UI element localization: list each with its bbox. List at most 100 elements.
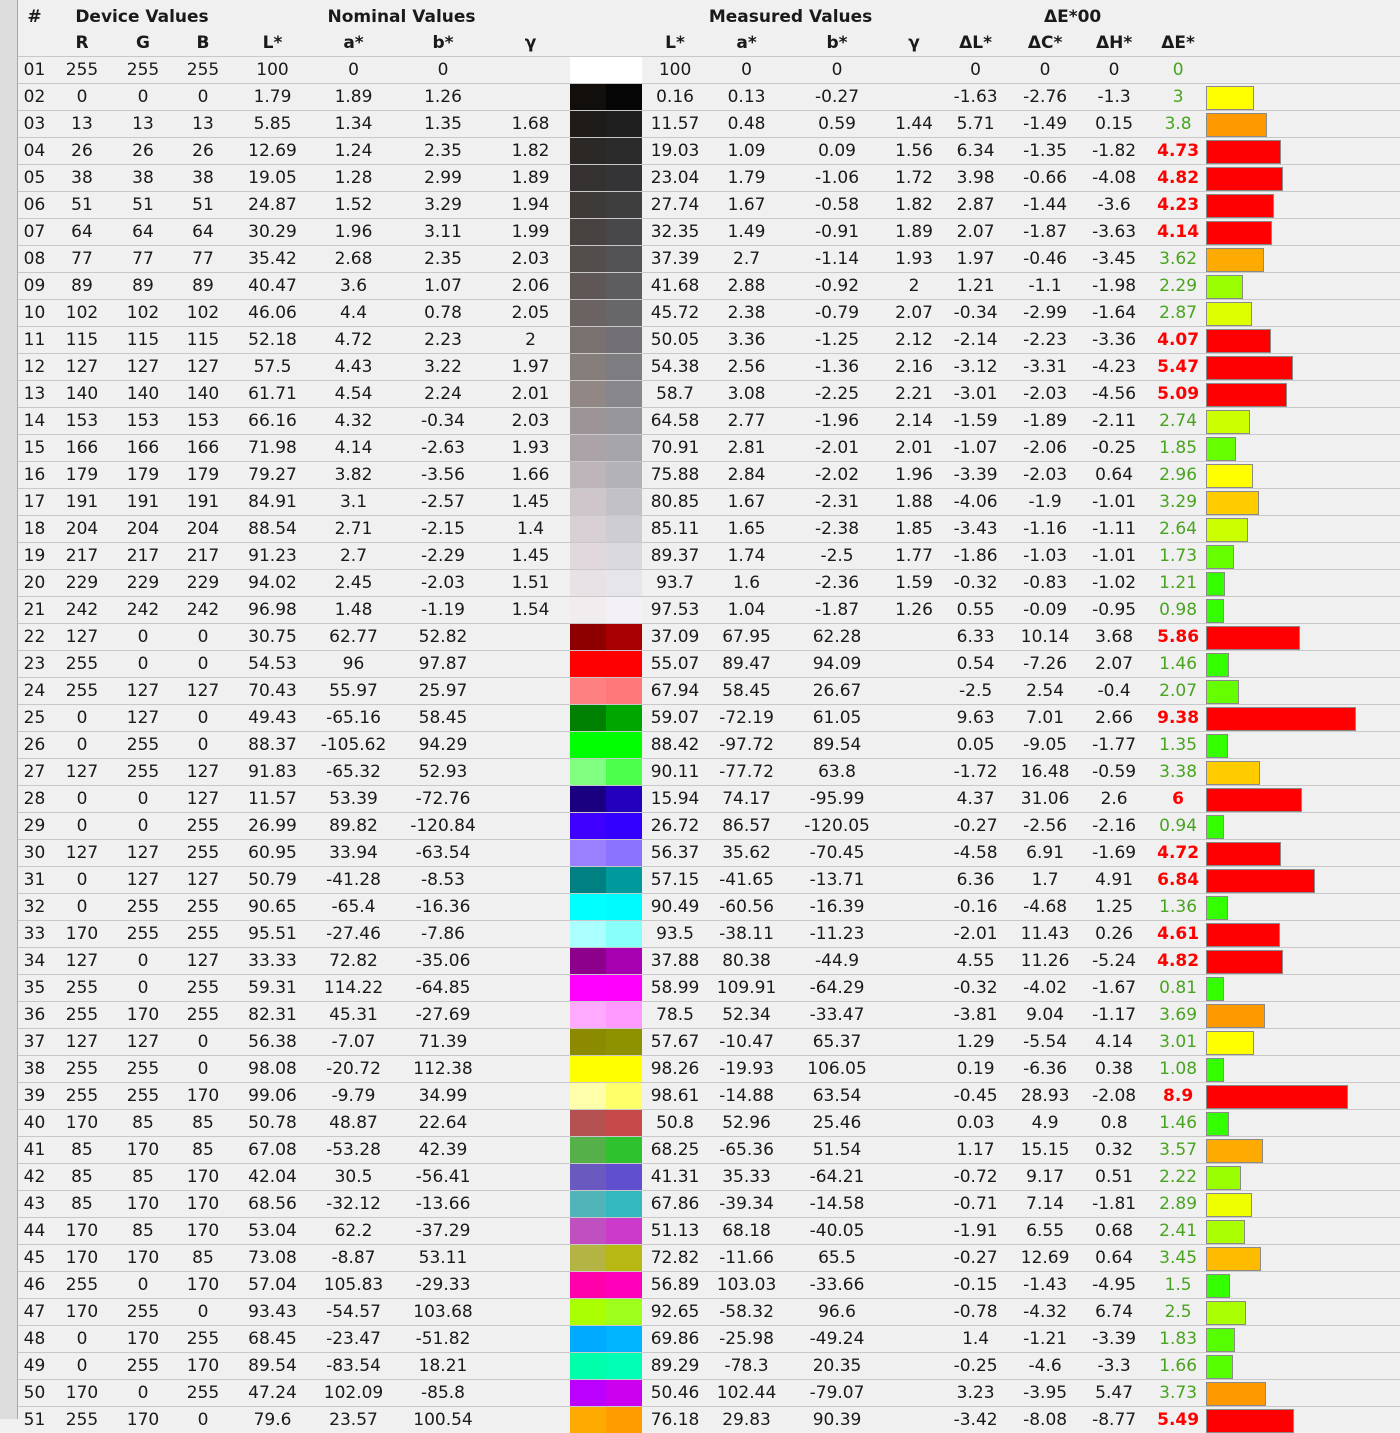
nominal-a: 102.09 [312, 1380, 395, 1407]
group-header-row: # Device Values Nominal Values Measured … [18, 4, 1400, 30]
delta-e-bar [1206, 165, 1400, 192]
measured-gamma [889, 975, 939, 1002]
nominal-a: -83.54 [312, 1353, 395, 1380]
nominal-gamma: 2.06 [491, 273, 570, 300]
nominal-a: 30.5 [312, 1164, 395, 1191]
nominal-gamma [491, 975, 570, 1002]
nominal-swatch [570, 381, 606, 407]
col-header-nominal-a: a* [312, 30, 395, 57]
delta-l: 0 [939, 57, 1012, 84]
measured-b: 61.05 [785, 705, 889, 732]
measured-swatch [606, 516, 642, 542]
nominal-a: 1.48 [312, 597, 395, 624]
measured-a: 0 [708, 57, 785, 84]
color-swatch [570, 1191, 642, 1218]
color-swatch [570, 327, 642, 354]
measured-l: 41.68 [642, 273, 708, 300]
measured-swatch [606, 705, 642, 731]
swatch-pair [570, 111, 642, 137]
measured-b: -1.87 [785, 597, 889, 624]
nominal-a: 1.52 [312, 192, 395, 219]
color-swatch [570, 273, 642, 300]
nominal-gamma [491, 624, 570, 651]
color-swatch [570, 975, 642, 1002]
color-swatch [570, 786, 642, 813]
nominal-gamma [491, 759, 570, 786]
nominal-b: 1.35 [395, 111, 491, 138]
nominal-a: -23.47 [312, 1326, 395, 1353]
col-header-delta-e: ΔE* [1150, 30, 1206, 57]
nominal-a: -9.79 [312, 1083, 395, 1110]
delta-e-bar [1206, 273, 1400, 300]
color-swatch [570, 894, 642, 921]
patch-index: 24 [18, 678, 51, 705]
measured-a: 89.47 [708, 651, 785, 678]
device-b: 191 [173, 489, 233, 516]
delta-h: -1.01 [1078, 543, 1150, 570]
color-swatch [570, 1353, 642, 1380]
nominal-b: 18.21 [395, 1353, 491, 1380]
nominal-b: 2.35 [395, 138, 491, 165]
device-b: 255 [173, 1380, 233, 1407]
table-row: 35255025559.31114.22-64.8558.99109.91-64… [18, 975, 1400, 1002]
delta-l: 0.55 [939, 597, 1012, 624]
measured-l: 37.09 [642, 624, 708, 651]
table-row: 1111511511552.184.722.23250.053.36-1.252… [18, 327, 1400, 354]
swatch-pair [570, 1299, 642, 1325]
nominal-gamma: 1.89 [491, 165, 570, 192]
nominal-a: 3.6 [312, 273, 395, 300]
delta-e: 1.66 [1150, 1353, 1206, 1380]
device-r: 153 [51, 408, 113, 435]
delta-h: -1.17 [1078, 1002, 1150, 1029]
nominal-b: 112.38 [395, 1056, 491, 1083]
measured-a: 0.48 [708, 111, 785, 138]
swatch-pair [570, 462, 642, 488]
table-row: 2425512712770.4355.9725.9767.9458.4526.6… [18, 678, 1400, 705]
swatch-pair [570, 624, 642, 650]
nominal-gamma [491, 1272, 570, 1299]
color-swatch [570, 1164, 642, 1191]
measured-b: -120.05 [785, 813, 889, 840]
device-b: 170 [173, 1164, 233, 1191]
delta-h: -3.45 [1078, 246, 1150, 273]
nominal-a: 2.7 [312, 543, 395, 570]
nominal-b: -8.53 [395, 867, 491, 894]
delta-h: 5.47 [1078, 1380, 1150, 1407]
swatch-pair [570, 138, 642, 164]
swatch-pair [570, 705, 642, 731]
patch-index: 42 [18, 1164, 51, 1191]
delta-l: 1.4 [939, 1326, 1012, 1353]
measured-a: 1.79 [708, 165, 785, 192]
nominal-gamma [491, 1137, 570, 1164]
device-b: 255 [173, 894, 233, 921]
color-swatch [570, 219, 642, 246]
nominal-l: 88.37 [233, 732, 312, 759]
measured-swatch [606, 435, 642, 461]
nominal-b: 0.78 [395, 300, 491, 327]
delta-e: 5.47 [1150, 354, 1206, 381]
delta-l: 2.07 [939, 219, 1012, 246]
patch-index: 15 [18, 435, 51, 462]
delta-c: -4.32 [1012, 1299, 1078, 1326]
measured-l: 23.04 [642, 165, 708, 192]
device-r: 127 [51, 354, 113, 381]
measured-l: 67.94 [642, 678, 708, 705]
nominal-b: 97.87 [395, 651, 491, 678]
device-g: 204 [113, 516, 173, 543]
measured-l: 80.85 [642, 489, 708, 516]
color-swatch [570, 300, 642, 327]
nominal-gamma: 2.03 [491, 408, 570, 435]
device-g: 255 [113, 57, 173, 84]
swatch-pair [570, 732, 642, 758]
col-header-delta-l: ΔL* [939, 30, 1012, 57]
nominal-b: 25.97 [395, 678, 491, 705]
table-row: 51255170079.623.57100.5476.1829.8390.39-… [18, 1407, 1400, 1433]
table-row: 37127127056.38-7.0771.3957.67-10.4765.37… [18, 1029, 1400, 1056]
delta-c: 0 [1012, 57, 1078, 84]
nominal-b: 3.29 [395, 192, 491, 219]
measured-l: 100 [642, 57, 708, 84]
delta-l: -0.78 [939, 1299, 1012, 1326]
nominal-l: 30.29 [233, 219, 312, 246]
device-g: 0 [113, 1380, 173, 1407]
nominal-swatch [570, 408, 606, 434]
